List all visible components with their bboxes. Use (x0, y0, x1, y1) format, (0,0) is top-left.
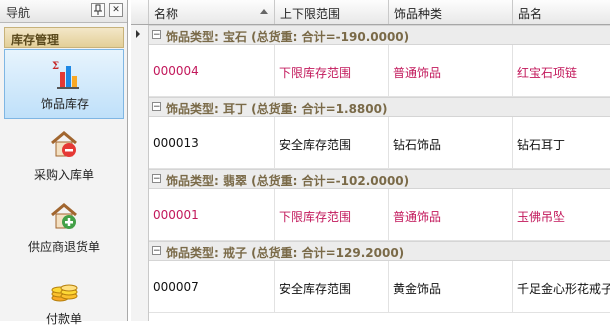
group-row[interactable]: − 饰品类型: 翡翠 (总货重: 合计=-102.0000) (149, 169, 610, 189)
cell-code[interactable]: 000004 (149, 45, 275, 97)
collapse-icon[interactable]: − (152, 174, 161, 184)
navigation-panel: 导航 ✕ 库存管理 Σ 饰品库存 采购入库单 供应商退货单 付款单 (0, 0, 128, 326)
nav-item-label: 供应商退货单 (27, 240, 100, 254)
cell-product-name[interactable]: 千足金心形花戒子 (513, 261, 610, 313)
nav-item-jewelry-inventory[interactable]: Σ 饰品库存 (4, 49, 124, 119)
row-indicator-column (131, 25, 149, 321)
coins-icon (51, 284, 78, 302)
column-header-kind[interactable]: 饰品种类 (389, 0, 513, 24)
cell-range[interactable]: 下限库存范围 (275, 189, 389, 241)
current-row-arrow-icon (136, 30, 140, 38)
nav-list: Σ 饰品库存 采购入库单 供应商退货单 付款单 (4, 48, 124, 336)
cell-product-name[interactable]: 红宝石项链 (513, 45, 610, 97)
column-header-name[interactable]: 名称 (149, 0, 275, 24)
group-label: 饰品类型: 耳丁 (总货重: 合计=1.8800) (166, 102, 388, 116)
table-row[interactable]: 000001 下限库存范围 普通饰品 玉佛吊坠 (149, 189, 610, 241)
inventory-grid: 名称 上下限范围 饰品种类 品名 − 饰品类型: 宝石 (总货重: 合计=-19… (131, 0, 610, 321)
cell-kind[interactable]: 黄金饰品 (389, 261, 513, 313)
nav-group-header[interactable]: 库存管理 (4, 27, 124, 48)
cell-range[interactable]: 安全库存范围 (275, 117, 389, 169)
group-label: 饰品类型: 翡翠 (总货重: 合计=-102.0000) (166, 174, 410, 188)
nav-title: 导航 (6, 6, 31, 20)
bar-chart-icon: Σ (52, 61, 79, 89)
collapse-icon[interactable]: − (152, 246, 161, 256)
nav-group-title: 库存管理 (11, 33, 60, 47)
pin-icon[interactable] (91, 3, 105, 17)
nav-item-payment[interactable]: 付款单 (4, 264, 124, 336)
column-header-product-name[interactable]: 品名 (513, 0, 610, 24)
cell-code[interactable]: 000007 (149, 261, 275, 313)
cell-product-name[interactable]: 钻石耳丁 (513, 117, 610, 169)
nav-item-label: 饰品库存 (40, 97, 89, 111)
cell-code[interactable]: 000013 (149, 117, 275, 169)
cell-range[interactable]: 安全库存范围 (275, 261, 389, 313)
collapse-icon[interactable]: − (152, 102, 161, 112)
nav-item-label: 采购入库单 (33, 168, 94, 182)
group-label: 饰品类型: 宝石 (总货重: 合计=-190.0000) (166, 30, 410, 44)
house-minus-icon (51, 131, 77, 157)
nav-item-purchase-receipt[interactable]: 采购入库单 (4, 120, 124, 192)
nav-item-supplier-return[interactable]: 供应商退货单 (4, 192, 124, 264)
table-row[interactable]: 000004 下限库存范围 普通饰品 红宝石项链 (149, 45, 610, 97)
nav-item-label: 付款单 (45, 312, 82, 326)
nav-header: 导航 ✕ (0, 0, 127, 23)
collapse-icon[interactable]: − (152, 30, 161, 40)
close-icon[interactable]: ✕ (109, 3, 123, 17)
svg-text:Σ: Σ (52, 61, 59, 72)
table-row[interactable]: 000013 安全库存范围 钻石饰品 钻石耳丁 (149, 117, 610, 169)
group-row[interactable]: − 饰品类型: 宝石 (总货重: 合计=-190.0000) (149, 25, 610, 45)
cell-kind[interactable]: 普通饰品 (389, 45, 513, 97)
cell-range[interactable]: 下限库存范围 (275, 45, 389, 97)
group-row[interactable]: − 饰品类型: 戒子 (总货重: 合计=129.2000) (149, 241, 610, 261)
group-row[interactable]: − 饰品类型: 耳丁 (总货重: 合计=1.8800) (149, 97, 610, 117)
cell-kind[interactable]: 普通饰品 (389, 189, 513, 241)
sort-ascending-icon (260, 9, 268, 14)
cell-product-name[interactable]: 玉佛吊坠 (513, 189, 610, 241)
column-header-range[interactable]: 上下限范围 (275, 0, 389, 24)
cell-code[interactable]: 000001 (149, 189, 275, 241)
cell-kind[interactable]: 钻石饰品 (389, 117, 513, 169)
house-plus-icon (51, 203, 77, 229)
group-label: 饰品类型: 戒子 (总货重: 合计=129.2000) (166, 246, 405, 260)
table-row[interactable]: 000007 安全库存范围 黄金饰品 千足金心形花戒子 (149, 261, 610, 313)
grid-header: 名称 上下限范围 饰品种类 品名 (131, 0, 610, 25)
row-indicator-header (131, 0, 149, 24)
